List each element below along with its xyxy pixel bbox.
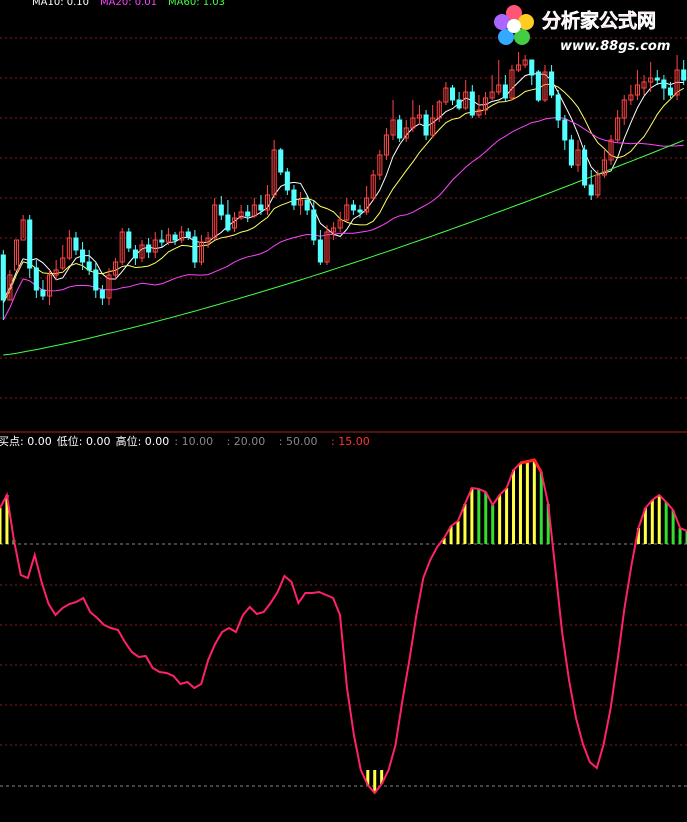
candlestick-series (0, 52, 687, 320)
candle-body (667, 87, 674, 96)
oscillator-legend-item: 低位: 0.00 (57, 434, 111, 448)
price-grid (0, 37, 687, 399)
candle-body (654, 77, 660, 81)
candle-body (225, 214, 231, 231)
candle-body (582, 149, 588, 186)
candle-body (449, 87, 456, 101)
candle-body (423, 114, 429, 136)
candle-body (291, 189, 297, 206)
candle-body (132, 249, 138, 259)
ma-legend-item: MA60: 1.03 (168, 0, 225, 8)
candle-body (99, 289, 105, 299)
oscillator-legend-item: 买点: 0.00 (0, 435, 52, 448)
candle-body (350, 204, 356, 211)
ma-legend-item: MA10: 0.10 (32, 0, 89, 8)
candle-body (535, 71, 541, 101)
oscillator-legend-item: : 10.00 (174, 435, 213, 448)
oscillator-legend: 买点: 0.00 低位: 0.00 高位: 0.00 : 10.00 : 20.00 : … (0, 434, 370, 448)
candle-body (304, 199, 310, 211)
ma-legend-item: MA20: 0.01 (100, 0, 157, 8)
candle-body (568, 139, 574, 166)
candle-body (192, 236, 198, 263)
candle-body (245, 211, 251, 217)
watermark-logo: 分析家公式网 www.88gs.com (494, 5, 670, 54)
candle-body (529, 59, 535, 76)
candle-body (278, 149, 284, 173)
candle-body (661, 79, 667, 89)
candle-body (27, 219, 33, 269)
candle-body (73, 237, 79, 251)
oscillator-legend-item: : 20.00 (227, 435, 266, 448)
candle-body (469, 91, 475, 116)
ma20-line (2, 116, 684, 321)
candle-body (555, 94, 561, 121)
candle-body (588, 184, 594, 196)
oscillator-legend-item: : 50.00 (279, 435, 318, 448)
ma-legend: MA10: 0.10 MA20: 0.01 MA60: 1.03 (32, 0, 225, 8)
candle-body (93, 269, 99, 291)
candle-body (311, 209, 317, 241)
ma60-line (3, 139, 684, 356)
candle-body (317, 239, 323, 263)
candle-body (456, 99, 462, 109)
candle-body (159, 239, 165, 243)
candle-body (86, 261, 92, 271)
candle-body (681, 69, 687, 81)
flower-icon (494, 5, 534, 45)
oscillator-legend-item: : 15.00 (331, 435, 370, 448)
candle-body (146, 244, 152, 253)
candle-body (80, 249, 86, 263)
candle-body (397, 119, 403, 139)
candle-body (218, 204, 224, 216)
moving-average-lines (2, 73, 684, 356)
oscillator-bars (0, 460, 687, 793)
oscillator-grid (0, 543, 687, 787)
candle-body (284, 171, 290, 191)
candle-body (502, 84, 508, 99)
oscillator-curve (0, 458, 687, 795)
candle-body (185, 231, 191, 238)
oscillator-line (0, 458, 687, 795)
oscillator-peak-highlight (520, 458, 543, 473)
candle-body (33, 267, 39, 291)
candle-body (40, 289, 46, 297)
candle-body (172, 234, 178, 241)
candle-body (258, 204, 264, 211)
watermark-brand: 分析家公式网 (542, 9, 656, 32)
candle-body (549, 71, 555, 96)
chart-canvas: MA10: 0.10 MA20: 0.01 MA60: 1.03 买点: 0.00 低… (0, 0, 687, 795)
ma10-line (2, 83, 684, 304)
oscillator-legend-item: 高位: 0.00 (116, 434, 170, 448)
watermark-url: www.88gs.com (560, 39, 670, 54)
candle-body (126, 231, 132, 249)
candle-body (0, 254, 6, 301)
candle-body (357, 209, 363, 213)
candle-body (562, 119, 568, 141)
